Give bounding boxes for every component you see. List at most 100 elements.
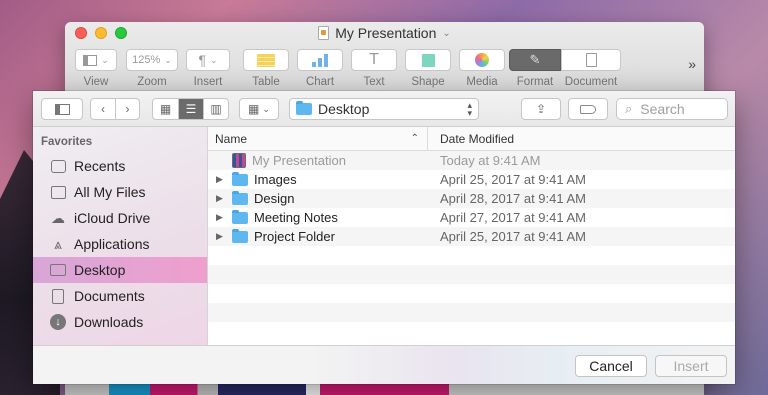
- search-icon: ⌕: [625, 101, 633, 116]
- disclosure-triangle-icon[interactable]: ▶: [216, 193, 226, 204]
- sidebar-item-label: Desktop: [74, 262, 126, 278]
- sidebar-heading: Favorites: [41, 136, 93, 148]
- search-input[interactable]: ⌕ Search: [616, 98, 728, 120]
- file-name: Images: [254, 172, 297, 187]
- tag-icon: [569, 99, 607, 119]
- paragraph-icon: ¶: [198, 52, 206, 68]
- disclosure-triangle-icon[interactable]: ▶: [216, 174, 226, 185]
- location-popup[interactable]: Desktop ▴ ▾: [289, 98, 479, 120]
- sidebar-item-recents[interactable]: Recents: [33, 153, 207, 179]
- insert-sheet: ‹ › ▦ ☰ ▥ ▦ ⌄ Desktop ▴ ▾ ⇪ ⌕ Search Fav…: [33, 91, 735, 384]
- view-mode-control: ▦ ☰ ▥: [152, 98, 229, 120]
- toolbar-label: Document: [564, 76, 618, 88]
- zoom-select[interactable]: 125% ⌄: [126, 49, 178, 71]
- sidebar-item-downloads[interactable]: ↓ Downloads: [33, 309, 207, 335]
- file-rows: My Presentation Today at 9:41 AM ▶ Image…: [208, 151, 735, 322]
- keynote-file-icon: [232, 153, 246, 168]
- folder-icon: [232, 171, 248, 186]
- forward-button[interactable]: ›: [115, 99, 139, 119]
- disclosure-triangle-icon[interactable]: ▶: [216, 212, 226, 223]
- toolbar-overflow-button[interactable]: »: [688, 56, 696, 72]
- toolbar-insert[interactable]: ¶ ⌄ Insert: [185, 49, 231, 88]
- toolbar-zoom[interactable]: 125% ⌄ Zoom: [125, 49, 179, 88]
- file-list-header: Name ⌃ Date Modified: [208, 127, 735, 151]
- media-button[interactable]: [459, 49, 505, 71]
- sidebar-item-label: Downloads: [74, 314, 144, 330]
- shape-button[interactable]: [405, 49, 451, 71]
- icon-view-button[interactable]: ▦: [153, 99, 178, 119]
- empty-row: [208, 246, 735, 265]
- sidebar-item-documents[interactable]: Documents: [33, 283, 207, 309]
- cancel-button[interactable]: Cancel: [575, 355, 647, 377]
- file-date: April 28, 2017 at 9:41 AM: [440, 191, 586, 206]
- column-view-button[interactable]: ▥: [203, 99, 228, 119]
- toolbar-table[interactable]: Table: [239, 49, 293, 88]
- sidebar-item-desktop[interactable]: Desktop: [33, 257, 207, 283]
- insert-button[interactable]: Insert: [655, 355, 727, 377]
- table-row[interactable]: ▶ Project Folder April 25, 2017 at 9:41 …: [208, 227, 735, 246]
- sidebar-item-label: All My Files: [74, 184, 146, 200]
- toolbar-format[interactable]: ✎ Format: [509, 49, 561, 88]
- chevron-down-icon: ⌄: [164, 54, 172, 65]
- toolbar-chart[interactable]: Chart: [293, 49, 347, 88]
- toolbar-label: View: [83, 76, 109, 88]
- sidebar-item-label: iCloud Drive: [74, 210, 151, 226]
- chevron-down-icon: ⌄: [209, 54, 218, 65]
- keynote-toolbar: ⌄ View 125% ⌄ Zoom ¶ ⌄ Insert Table Char…: [73, 49, 621, 88]
- chevron-down-icon: ⌄: [442, 27, 451, 39]
- document-icon: [585, 53, 597, 67]
- tags-button[interactable]: [568, 98, 608, 120]
- document-button[interactable]: [561, 49, 621, 71]
- toolbar-document[interactable]: Document: [561, 49, 621, 88]
- share-button[interactable]: ⇪: [521, 98, 561, 120]
- file-date: April 25, 2017 at 9:41 AM: [440, 229, 586, 244]
- sidebar-item-label: Recents: [74, 158, 126, 174]
- view-button[interactable]: ⌄: [75, 49, 117, 71]
- table-button[interactable]: [243, 49, 289, 71]
- applications-icon: ⩓: [54, 235, 62, 252]
- sheet-body: Favorites Recents All My Files ☁ iCloud …: [33, 127, 735, 345]
- document-title[interactable]: My Presentation ⌄: [65, 25, 704, 41]
- column-header-date[interactable]: Date Modified: [428, 132, 514, 146]
- toolbar-view[interactable]: ⌄ View: [73, 49, 119, 88]
- sidebar-item-icloud-drive[interactable]: ☁ iCloud Drive: [33, 205, 207, 231]
- chart-icon: [312, 53, 328, 67]
- toolbar-text[interactable]: T Text: [347, 49, 401, 88]
- documents-icon: [50, 288, 66, 304]
- sidebar-toggle-button[interactable]: [41, 98, 83, 120]
- table-row[interactable]: My Presentation Today at 9:41 AM: [208, 151, 735, 170]
- sort-ascending-icon: ⌃: [410, 133, 419, 144]
- toolbar-label: Insert: [193, 76, 223, 88]
- list-view-button[interactable]: ☰: [178, 99, 203, 119]
- desktop-icon: [50, 262, 66, 278]
- toolbar-label: Text: [363, 76, 385, 88]
- toolbar-label: Media: [466, 76, 498, 88]
- location-label: Desktop: [318, 101, 370, 117]
- table-row[interactable]: ▶ Meeting Notes April 27, 2017 at 9:41 A…: [208, 208, 735, 227]
- text-button[interactable]: T: [351, 49, 397, 71]
- table-row[interactable]: ▶ Design April 28, 2017 at 9:41 AM: [208, 189, 735, 208]
- folder-icon: [232, 190, 248, 205]
- back-button[interactable]: ‹: [91, 99, 115, 119]
- chart-button[interactable]: [297, 49, 343, 71]
- toolbar-label: Table: [252, 76, 280, 88]
- folder-icon: [232, 228, 248, 243]
- view-icon: [83, 54, 98, 66]
- insert-button[interactable]: ¶ ⌄: [186, 49, 230, 71]
- arrange-button[interactable]: ▦ ⌄: [239, 98, 279, 120]
- folder-icon: [232, 209, 248, 224]
- search-placeholder: Search: [640, 101, 685, 117]
- zoom-value: 125%: [132, 54, 161, 66]
- disclosure-triangle-icon[interactable]: ▶: [216, 231, 226, 242]
- shape-icon: [421, 53, 435, 67]
- table-row[interactable]: ▶ Images April 25, 2017 at 9:41 AM: [208, 170, 735, 189]
- downloads-icon: ↓: [50, 314, 66, 330]
- share-icon: ⇪: [535, 102, 547, 116]
- media-icon: [475, 53, 489, 67]
- column-header-name[interactable]: Name ⌃: [208, 127, 428, 150]
- sidebar-item-all-my-files[interactable]: All My Files: [33, 179, 207, 205]
- sidebar-item-applications[interactable]: ⩓ Applications: [33, 231, 207, 257]
- toolbar-shape[interactable]: Shape: [401, 49, 455, 88]
- format-button[interactable]: ✎: [509, 49, 561, 71]
- toolbar-media[interactable]: Media: [455, 49, 509, 88]
